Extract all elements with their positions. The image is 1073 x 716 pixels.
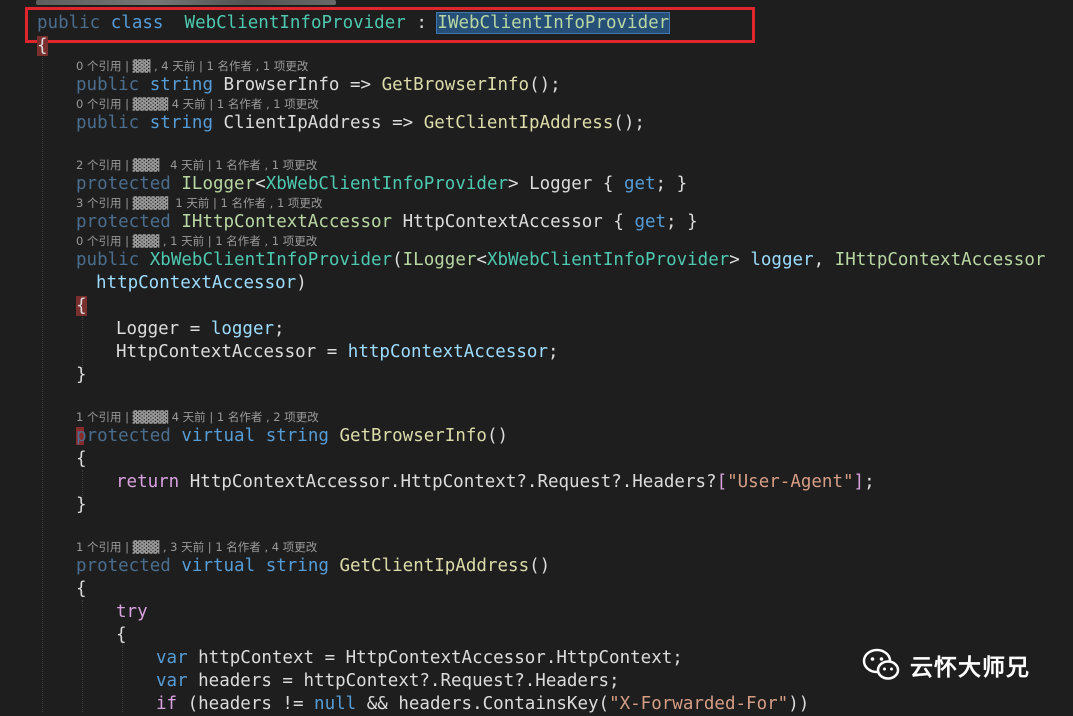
code-line-getclientip-method[interactable]: protected virtual string GetClientIpAddr… [0,555,1073,578]
code-line-brace[interactable]: { [0,578,1073,601]
watermark: 云怀大师兄 [862,644,1030,686]
code-line-assign-logger[interactable]: Logger = logger; [0,318,1073,341]
code-line-logger-property[interactable]: protected ILogger<XbWebClientInfoProvide… [0,173,1073,196]
code-line-browserinfo-property[interactable]: public string BrowserInfo => GetBrowserI… [0,74,1073,97]
codelens[interactable]: 2 个引用 | ▓▓▓ 4 天前 | 1 名作者 , 1 项更改 [0,157,1073,173]
watermark-text: 云怀大师兄 [910,655,1030,681]
codelens[interactable]: 0 个引用 | ▓▓▓▓ 4 天前 | 1 名作者 , 1 项更改 [0,96,1073,112]
wechat-icon [862,648,900,680]
code-line-getbrowserinfo-method[interactable]: protected virtual string GetBrowserInfo(… [0,425,1073,448]
codelens[interactable]: 0 个引用 | ▓▓▓ , 1 天前 | 1 名作者 , 1 项更改 [0,233,1073,249]
codelens[interactable]: 0 个引用 | ▓▓ , 4 天前 | 1 名作者 , 1 项更改 [0,58,1073,74]
code-line-return-useragent[interactable]: return HttpContextAccessor.HttpContext?.… [0,471,1073,494]
code-line-brace[interactable]: } [0,364,1073,387]
code-line-assign-accessor[interactable]: HttpContextAccessor = httpContextAccesso… [0,341,1073,364]
code-editor[interactable]: public class WebClientInfoProvider : IWe… [0,0,1073,714]
code-line-httpcontextaccessor-property[interactable]: protected IHttpContextAccessor HttpConte… [0,211,1073,234]
code-line-constructor-cont[interactable]: httpContextAccessor) [0,272,1073,295]
code-line-brace[interactable]: { [0,448,1073,471]
code-line-brace[interactable]: } [0,494,1073,517]
code-line-clientip-property[interactable]: public string ClientIpAddress => GetClie… [0,112,1073,135]
codelens[interactable]: 1 个引用 | ▓▓▓ , 3 天前 | 1 名作者 , 4 项更改 [0,539,1073,555]
code-line-if-forwarded[interactable]: if (headers != null && headers.ContainsK… [0,693,1073,716]
code-line-try[interactable]: try [0,601,1073,624]
codelens[interactable]: 1 个引用 | ▓▓▓▓ 4 天前 | 1 名作者 , 2 项更改 [0,409,1073,425]
code-line-constructor[interactable]: public XbWebClientInfoProvider(ILogger<X… [0,249,1073,272]
code-line-brace[interactable]: { [0,35,1073,58]
blurred-codelens [36,0,336,5]
code-line-brace[interactable]: { [0,295,1073,318]
codelens[interactable]: 3 个引用 | ▓▓▓▓ 1 天前 | 1 名作者 , 1 项更改 [0,195,1073,211]
